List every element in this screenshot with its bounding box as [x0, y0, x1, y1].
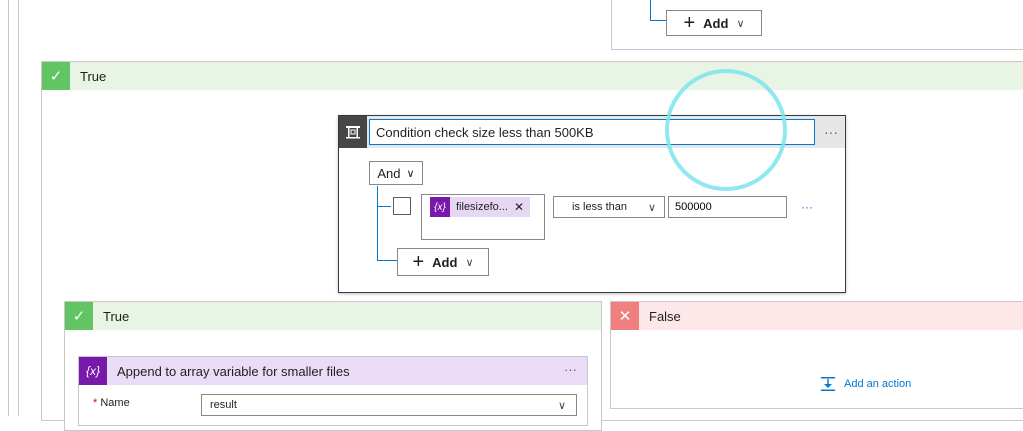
name-label-text: Name — [100, 397, 130, 409]
dynamic-token[interactable]: {x} filesizefo... ✕ — [430, 197, 531, 217]
remove-token-icon[interactable]: ✕ — [514, 200, 530, 214]
inner-true-label: True — [103, 308, 130, 324]
tree-connector — [377, 260, 397, 261]
add-an-action-label: Add an action — [844, 378, 912, 390]
operand-input[interactable]: {x} filesizefo... ✕ — [421, 194, 545, 240]
false-branch-label: False — [649, 308, 681, 324]
add-condition-button[interactable]: + Add ∨ — [397, 248, 489, 276]
chevron-down-icon: ∨ — [406, 167, 415, 180]
add-button-label: Add — [703, 15, 729, 31]
variable-icon: {x} — [79, 357, 107, 385]
row-more-options-icon[interactable]: ··· — [797, 197, 817, 217]
name-select-value: result — [210, 399, 237, 411]
tree-connector — [377, 186, 378, 260]
row-checkbox[interactable] — [393, 197, 411, 215]
chevron-down-icon: ∨ — [647, 201, 656, 214]
chevron-down-icon: ∨ — [465, 256, 474, 269]
add-button[interactable]: + Add ∨ — [666, 10, 762, 36]
connector-line — [650, 0, 651, 20]
condition-icon — [339, 116, 367, 148]
operator-label: is less than — [572, 201, 628, 213]
name-field-label: * Name — [93, 397, 130, 409]
more-options-icon[interactable]: ··· — [564, 362, 577, 377]
add-an-action-link[interactable]: Add an action — [820, 376, 911, 392]
token-label: filesizefo... — [456, 201, 508, 213]
false-branch: ✕ False — [610, 301, 1023, 409]
tree-connector — [377, 206, 391, 207]
value-input[interactable] — [668, 196, 787, 218]
true-branch-header[interactable]: ✓ True — [42, 62, 1023, 90]
inner-true-header[interactable]: ✓ True — [65, 302, 601, 330]
add-action-icon — [821, 377, 835, 391]
append-card-header[interactable]: {x} Append to array variable for smaller… — [79, 357, 587, 385]
left-gutter-line-2 — [18, 0, 19, 416]
variable-icon: {x} — [430, 197, 450, 217]
chevron-down-icon: ∨ — [736, 17, 745, 30]
close-icon: ✕ — [611, 302, 639, 330]
check-icon: ✓ — [42, 62, 70, 90]
group-operator-label: And — [377, 165, 401, 181]
append-card-title: Append to array variable for smaller fil… — [117, 363, 350, 379]
true-branch-label: True — [80, 68, 107, 84]
add-button-label: Add — [432, 254, 458, 270]
chevron-down-icon: ∨ — [557, 399, 566, 412]
name-select[interactable]: result ∨ — [201, 394, 577, 416]
false-branch-header[interactable]: ✕ False — [611, 302, 1023, 330]
group-operator-select[interactable]: And ∨ — [369, 161, 423, 185]
more-options-icon[interactable]: ··· — [817, 119, 845, 145]
highlight-circle — [665, 69, 787, 191]
operator-select[interactable]: is less than ∨ — [553, 196, 665, 218]
plus-icon: + — [683, 12, 696, 34]
left-gutter-line — [8, 0, 9, 416]
connector-line — [650, 20, 666, 21]
plus-icon: + — [412, 251, 425, 273]
check-icon: ✓ — [65, 302, 93, 330]
